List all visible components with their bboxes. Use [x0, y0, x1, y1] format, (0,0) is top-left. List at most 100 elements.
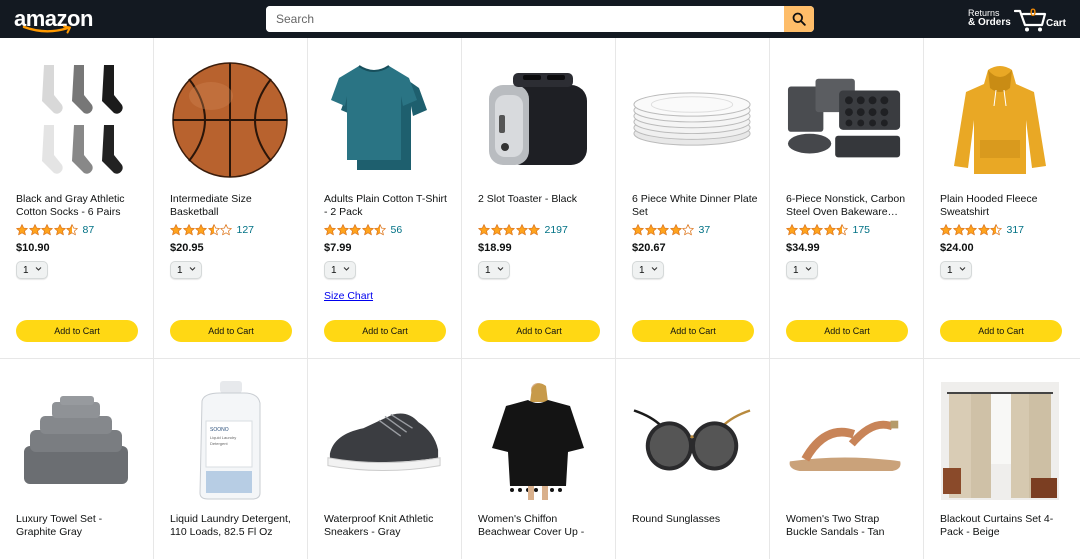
rating-stars [170, 224, 233, 236]
product-title[interactable]: Black and Gray Athletic Cotton Socks - 6… [16, 193, 142, 218]
cart-link[interactable]: 0 Cart [1014, 4, 1074, 34]
product-rating[interactable]: 175 [786, 223, 870, 237]
product-image[interactable] [940, 381, 1060, 501]
rating-count: 2197 [544, 224, 568, 236]
product-title[interactable]: Intermediate Size Basketball [170, 193, 296, 218]
product-card: 6 Piece White Dinner Plate Set 37 $20.67… [616, 38, 770, 359]
product-rating[interactable]: 2197 [478, 223, 568, 237]
quantity-value: 1 [331, 264, 337, 276]
product-image[interactable] [940, 60, 1060, 180]
curtains-image [941, 382, 1059, 500]
search-button[interactable] [784, 6, 814, 32]
star-icon [349, 224, 361, 236]
product-image[interactable] [786, 381, 906, 501]
product-card: Round Sunglasses [616, 359, 770, 559]
product-card: Luxury Towel Set - Graphite Gray [0, 359, 154, 559]
product-title[interactable]: Women's Chiffon Beachwear Cover Up - [478, 513, 604, 538]
product-image[interactable] [632, 60, 752, 180]
star-icon [490, 224, 503, 236]
product-image[interactable] [170, 60, 290, 180]
product-title[interactable]: 6 Piece White Dinner Plate Set [632, 193, 758, 218]
search-bar [266, 6, 814, 32]
quantity-select[interactable]: 1 [786, 261, 818, 279]
star-icon [170, 224, 182, 236]
star-icon [836, 224, 848, 236]
product-title[interactable]: 2 Slot Toaster - Black [478, 193, 604, 218]
sandals-image [789, 420, 901, 471]
product-rating[interactable]: 56 [324, 223, 402, 237]
chevron-down-icon [497, 267, 504, 271]
quantity-select[interactable]: 1 [940, 261, 972, 279]
product-image[interactable] [16, 381, 136, 501]
product-rating[interactable]: 127 [170, 223, 254, 237]
rating-stars [786, 224, 849, 236]
dinner-plates-image [633, 92, 751, 146]
product-title[interactable]: Adults Plain Cotton T-Shirt - 2 Pack [324, 193, 450, 218]
add-to-cart-button[interactable]: Add to Cart [170, 320, 292, 342]
product-image[interactable] [478, 60, 598, 180]
rating-stars [940, 224, 1003, 236]
product-title[interactable]: Plain Hooded Fleece Sweatshirt [940, 193, 1066, 218]
star-icon [990, 224, 1002, 236]
star-icon [965, 224, 977, 236]
star-icon [478, 224, 490, 236]
product-image[interactable] [16, 60, 136, 180]
add-to-cart-button[interactable]: Add to Cart [478, 320, 600, 342]
product-title[interactable]: Waterproof Knit Athletic Sneakers - Gray [324, 513, 450, 538]
amazon-logo[interactable]: amazon [14, 5, 93, 35]
star-icon [336, 224, 349, 236]
product-title[interactable]: Blackout Curtains Set 4-Pack - Beige [940, 513, 1066, 538]
star-icon [374, 224, 386, 236]
add-to-cart-button[interactable]: Add to Cart [324, 320, 446, 342]
star-icon [669, 224, 682, 236]
orders-label: & Orders [968, 17, 1011, 28]
star-icon [195, 224, 207, 236]
product-rating[interactable]: 37 [632, 223, 710, 237]
product-title[interactable]: Women's Two Strap Buckle Sandals - Tan [786, 513, 912, 538]
product-title[interactable]: Round Sunglasses [632, 513, 758, 526]
product-image[interactable] [324, 60, 444, 180]
add-to-cart-button[interactable]: Add to Cart [632, 320, 754, 342]
detergent-label-text: Detergent [210, 441, 228, 446]
product-image[interactable] [324, 381, 444, 501]
add-to-cart-button[interactable]: Add to Cart [16, 320, 138, 342]
product-card: 6-Piece Nonstick, Carbon Steel Oven Bake… [770, 38, 924, 359]
add-to-cart-button[interactable]: Add to Cart [940, 320, 1062, 342]
quantity-select[interactable]: 1 [324, 261, 356, 279]
star-icon [657, 224, 669, 236]
product-title[interactable]: Liquid Laundry Detergent, 110 Loads, 82.… [170, 513, 296, 538]
product-card: 2 Slot Toaster - Black 2197 $18.99 1 Add… [462, 38, 616, 359]
star-icon [977, 224, 990, 236]
star-icon [644, 224, 657, 236]
product-card: Women's Two Strap Buckle Sandals - Tan [770, 359, 924, 559]
add-to-cart-button[interactable]: Add to Cart [786, 320, 908, 342]
quantity-select[interactable]: 1 [170, 261, 202, 279]
quantity-select[interactable]: 1 [632, 261, 664, 279]
product-rating[interactable]: 317 [940, 223, 1024, 237]
product-rating[interactable]: 87 [16, 223, 94, 237]
cart-count: 0 [1030, 7, 1037, 19]
search-input[interactable] [266, 6, 784, 32]
rating-stars [478, 224, 541, 236]
quantity-select[interactable]: 1 [16, 261, 48, 279]
product-title[interactable]: Luxury Towel Set - Graphite Gray [16, 513, 142, 538]
chevron-down-icon [651, 267, 658, 271]
star-icon [16, 224, 28, 236]
product-image[interactable] [478, 381, 598, 501]
star-icon [503, 224, 515, 236]
product-price: $20.95 [170, 242, 204, 254]
rating-count: 127 [236, 224, 255, 236]
product-image[interactable] [786, 60, 906, 180]
product-image[interactable] [632, 381, 752, 501]
star-icon [361, 224, 374, 236]
returns-and-orders-link[interactable]: Returns & Orders [968, 8, 1011, 28]
product-card: Black and Gray Athletic Cotton Socks - 6… [0, 38, 154, 359]
product-title[interactable]: 6-Piece Nonstick, Carbon Steel Oven Bake… [786, 193, 912, 218]
product-card: Plain Hooded Fleece Sweatshirt 317 $24.0… [924, 38, 1080, 359]
rating-stars [324, 224, 387, 236]
star-icon [786, 224, 798, 236]
chevron-down-icon [35, 267, 42, 271]
quantity-select[interactable]: 1 [478, 261, 510, 279]
product-image[interactable]: SOONO Liquid Laundry Detergent [170, 381, 290, 501]
size-chart-link[interactable]: Size Chart [324, 290, 373, 302]
